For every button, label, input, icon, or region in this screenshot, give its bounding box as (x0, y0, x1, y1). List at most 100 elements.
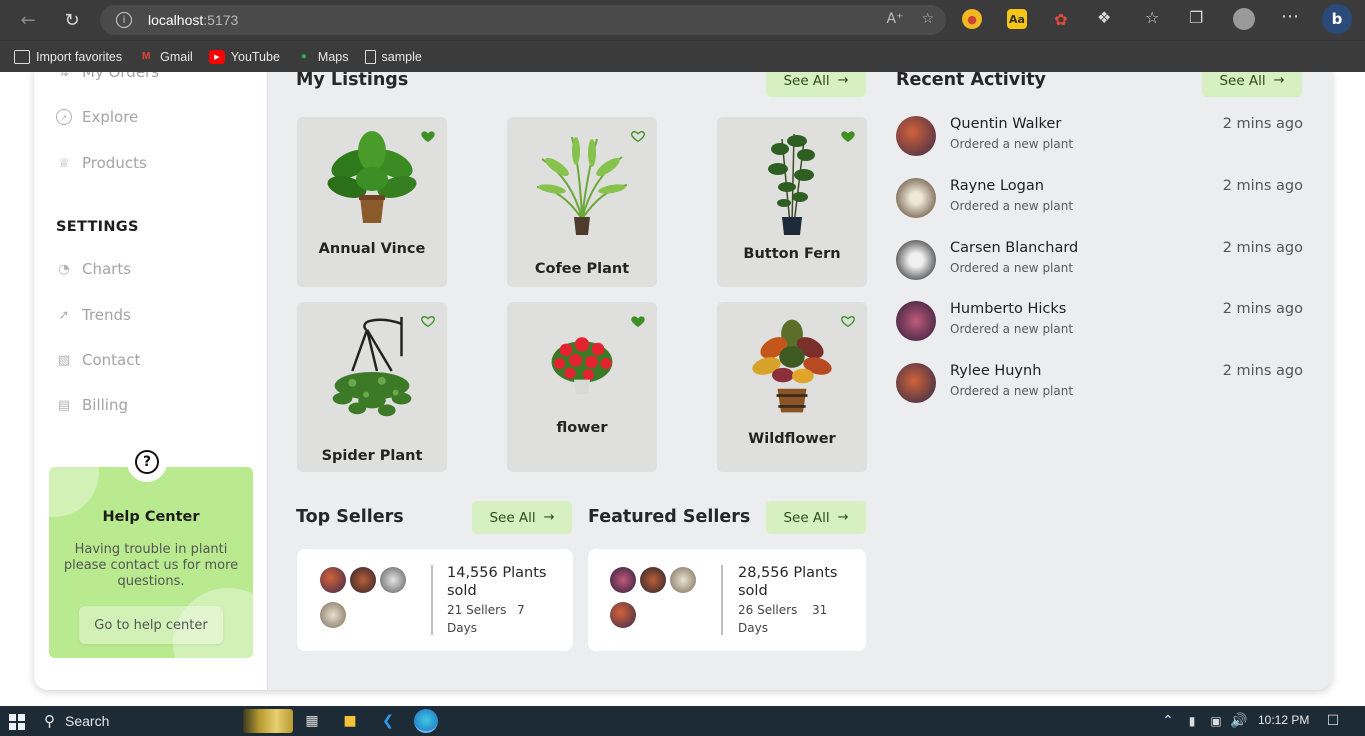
plant-name: Cofee Plant (534, 261, 630, 277)
heart-outline-icon[interactable] (840, 313, 856, 329)
url-port: :5173 (203, 12, 239, 28)
see-all-label: See All (1219, 72, 1266, 89)
activity-time: 2 mins ago (1222, 240, 1303, 256)
file-explorer-icon[interactable]: ■ (339, 711, 361, 731)
heart-filled-icon[interactable] (420, 128, 436, 144)
read-aloud-icon[interactable]: A⁺ (886, 11, 903, 27)
search-highlight-image (243, 709, 293, 733)
activity-item[interactable]: Quentin Walker Ordered a new plant 2 min… (896, 116, 1306, 160)
activity-item[interactable]: Rylee Huynh Ordered a new plant 2 mins a… (896, 363, 1306, 407)
featured-sellers-see-all-button[interactable]: See All → (766, 501, 866, 534)
plant-card[interactable]: Spider Plant (297, 302, 447, 472)
heart-outline-icon[interactable] (420, 313, 436, 329)
favorite-label: Gmail (160, 49, 193, 64)
plant-card[interactable]: Button Fern (717, 117, 867, 287)
plant-card[interactable]: Annual Vince (297, 117, 447, 287)
import-icon (14, 49, 30, 64)
chevron-up-icon[interactable]: ⌃ (1157, 711, 1179, 731)
sidebar-item-label: My Orders (82, 72, 160, 81)
sidebar-item-label: Explore (82, 108, 139, 126)
profile-avatar-icon[interactable] (1233, 8, 1255, 30)
activity-time: 2 mins ago (1222, 116, 1303, 132)
top-sellers-card: 14,556 Plants sold 21 Sellers 7 Days (297, 549, 573, 651)
edge-browser-icon[interactable] (414, 709, 438, 733)
address-bar[interactable]: i localhost:5173 A⁺ ☆ (100, 5, 946, 35)
avatar (896, 178, 936, 218)
heart-filled-icon[interactable] (840, 128, 856, 144)
activity-desc: Ordered a new plant (950, 322, 1074, 336)
sidebar-item-label: Contact (82, 351, 141, 369)
heart-outline-icon[interactable] (630, 128, 646, 144)
activity-desc: Ordered a new plant (950, 384, 1074, 398)
back-arrow-icon[interactable]: ← (10, 4, 46, 36)
vscode-icon[interactable]: ❮ (377, 711, 399, 731)
sidebar-item-orders[interactable]: ⇅ My Orders (56, 72, 159, 81)
favorites-icon[interactable]: ☆ (1145, 8, 1159, 27)
task-view-icon[interactable]: ▦ (301, 711, 323, 731)
collections-icon[interactable]: ❐ (1189, 8, 1203, 27)
favorites-bar: Import favorites M Gmail ▶ YouTube ● Maps s… (0, 40, 1365, 72)
sidebar-item-products[interactable]: ♕ Products (56, 154, 147, 172)
plant-image (332, 316, 412, 417)
taskbar-search[interactable]: ⚲ Search (44, 712, 109, 730)
network-icon[interactable]: ▣ (1205, 711, 1227, 731)
favorite-youtube[interactable]: ▶ YouTube (208, 49, 280, 64)
add-favorite-icon[interactable]: ☆ (921, 11, 934, 27)
bing-icon[interactable]: b (1322, 4, 1352, 34)
plant-card[interactable]: Wildflower (717, 302, 867, 472)
plant-image (327, 131, 417, 223)
plant-card[interactable]: flower (507, 302, 657, 472)
plant-image (768, 133, 815, 235)
activity-item[interactable]: Rayne Logan Ordered a new plant 2 mins a… (896, 178, 1306, 222)
volume-icon[interactable]: 🔊 (1228, 711, 1250, 731)
sidebar-item-trends[interactable]: ➚ Trends (56, 306, 131, 324)
top-sellers-see-all-button[interactable]: See All → (472, 501, 572, 534)
settings-heading: SETTINGS (56, 219, 139, 235)
activity-see-all-button[interactable]: See All → (1202, 72, 1302, 97)
favorite-maps[interactable]: ● Maps (296, 50, 349, 64)
avatar (610, 602, 636, 628)
billing-icon: ▤ (57, 397, 71, 413)
help-center-button[interactable]: Go to help center (79, 606, 223, 644)
see-all-label: See All (489, 509, 536, 526)
favorite-label: sample (381, 49, 422, 64)
refresh-icon[interactable]: ↻ (54, 4, 90, 36)
recent-activity-title: Recent Activity (896, 72, 1046, 90)
activity-item[interactable]: Humberto Hicks Ordered a new plant 2 min… (896, 301, 1306, 345)
sidebar-item-charts[interactable]: ◔ Charts (56, 260, 131, 278)
youtube-icon: ▶ (208, 49, 225, 64)
activity-name: Humberto Hicks (950, 301, 1067, 317)
extension-color-icon[interactable]: ● (962, 9, 982, 29)
plant-card[interactable]: Cofee Plant (507, 117, 657, 287)
arrow-right-icon: → (837, 510, 849, 525)
avatar (320, 602, 346, 628)
search-icon: ⚲ (44, 713, 55, 730)
avatar (320, 567, 346, 593)
taskbar-search-label: Search (65, 713, 110, 729)
activity-item[interactable]: Carsen Blanchard Ordered a new plant 2 m… (896, 240, 1306, 284)
plant-name: Annual Vince (318, 241, 426, 257)
favorite-gmail[interactable]: M Gmail (138, 50, 193, 64)
notifications-icon[interactable]: ☐ (1322, 711, 1344, 731)
windows-start-icon[interactable] (9, 714, 25, 730)
gmail-icon: M (141, 51, 151, 62)
avatar (896, 301, 936, 341)
battery-icon[interactable]: ▮ (1181, 711, 1203, 731)
featured-sellers-card: 28,556 Plants sold 26 Sellers 31 Days (588, 549, 866, 651)
activity-name: Rayne Logan (950, 178, 1044, 194)
url-host: localhost (148, 12, 204, 28)
favorite-import[interactable]: Import favorites (14, 49, 122, 64)
listings-see-all-button[interactable]: See All → (766, 72, 866, 97)
heart-filled-icon[interactable] (630, 313, 646, 329)
activity-desc: Ordered a new plant (950, 199, 1074, 213)
sidebar-item-explore[interactable]: ➚ Explore (56, 108, 138, 126)
sidebar-item-billing[interactable]: ▤ Billing (56, 396, 128, 414)
more-menu-icon[interactable]: ⋯ (1281, 6, 1299, 27)
favorite-sample[interactable]: sample (364, 49, 422, 64)
site-info-icon[interactable]: i (116, 12, 132, 28)
extension-dictionary-icon[interactable]: Aa (1007, 9, 1027, 29)
sidebar-item-contact[interactable]: ▧ Contact (56, 351, 141, 369)
divider (721, 565, 723, 635)
extension-red-icon[interactable]: ✿ (1051, 9, 1071, 29)
extensions-icon[interactable]: ❖ (1097, 8, 1111, 27)
